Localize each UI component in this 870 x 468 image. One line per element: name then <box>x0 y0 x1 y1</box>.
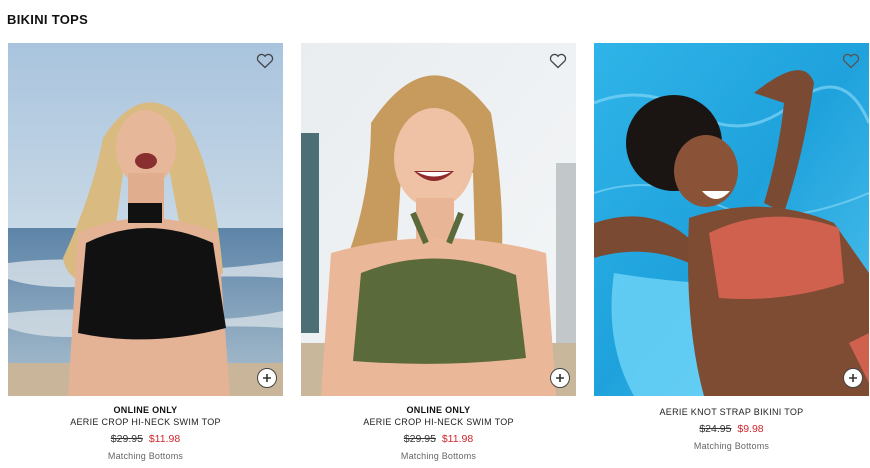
product-price: $24.95 $9.98 <box>594 422 869 436</box>
product-price: $29.95 $11.98 <box>8 432 283 446</box>
product-grid-page: BIKINI TOPS ONLINE ONLY AERIE CROP HI-NE… <box>0 0 870 468</box>
product-name[interactable]: AERIE CROP HI-NECK SWIM TOP <box>8 416 283 428</box>
heart-outline-icon[interactable] <box>256 53 274 69</box>
product-photo <box>301 43 576 396</box>
heart-outline-icon[interactable] <box>549 53 567 69</box>
matching-bottoms-link[interactable]: Matching Bottoms <box>594 441 869 451</box>
plus-icon <box>556 374 564 382</box>
sale-price: $9.98 <box>737 423 764 435</box>
product-name[interactable]: AERIE KNOT STRAP BIKINI TOP <box>594 406 869 418</box>
product-image[interactable] <box>301 43 576 396</box>
product-photo <box>594 43 869 396</box>
matching-bottoms-link[interactable]: Matching Bottoms <box>301 451 576 461</box>
product-price: $29.95 $11.98 <box>301 432 576 446</box>
product-info: AERIE KNOT STRAP BIKINI TOP $24.95 $9.98… <box>594 406 869 451</box>
product-info: ONLINE ONLY AERIE CROP HI-NECK SWIM TOP … <box>301 405 576 461</box>
product-photo <box>8 43 283 396</box>
product-info: ONLINE ONLY AERIE CROP HI-NECK SWIM TOP … <box>8 405 283 461</box>
heart-outline-icon[interactable] <box>842 53 860 69</box>
plus-icon <box>263 374 271 382</box>
sale-price: $11.98 <box>441 433 474 445</box>
original-price: $24.95 <box>699 423 732 435</box>
product-image[interactable] <box>8 43 283 396</box>
matching-bottoms-link[interactable]: Matching Bottoms <box>8 451 283 461</box>
section-title: BIKINI TOPS <box>7 12 89 27</box>
online-only-tag: ONLINE ONLY <box>406 405 471 415</box>
online-only-tag: ONLINE ONLY <box>113 405 178 415</box>
quick-add-button[interactable] <box>550 368 570 388</box>
product-card[interactable]: AERIE KNOT STRAP BIKINI TOP $24.95 $9.98… <box>594 43 869 451</box>
product-card[interactable]: ONLINE ONLY AERIE CROP HI-NECK SWIM TOP … <box>301 43 576 461</box>
quick-add-button[interactable] <box>257 368 277 388</box>
product-image[interactable] <box>594 43 869 396</box>
sale-price: $11.98 <box>148 433 181 445</box>
original-price: $29.95 <box>110 433 143 445</box>
product-name[interactable]: AERIE CROP HI-NECK SWIM TOP <box>301 416 576 428</box>
original-price: $29.95 <box>403 433 436 445</box>
product-card[interactable]: ONLINE ONLY AERIE CROP HI-NECK SWIM TOP … <box>8 43 283 461</box>
plus-icon <box>849 374 857 382</box>
quick-add-button[interactable] <box>843 368 863 388</box>
